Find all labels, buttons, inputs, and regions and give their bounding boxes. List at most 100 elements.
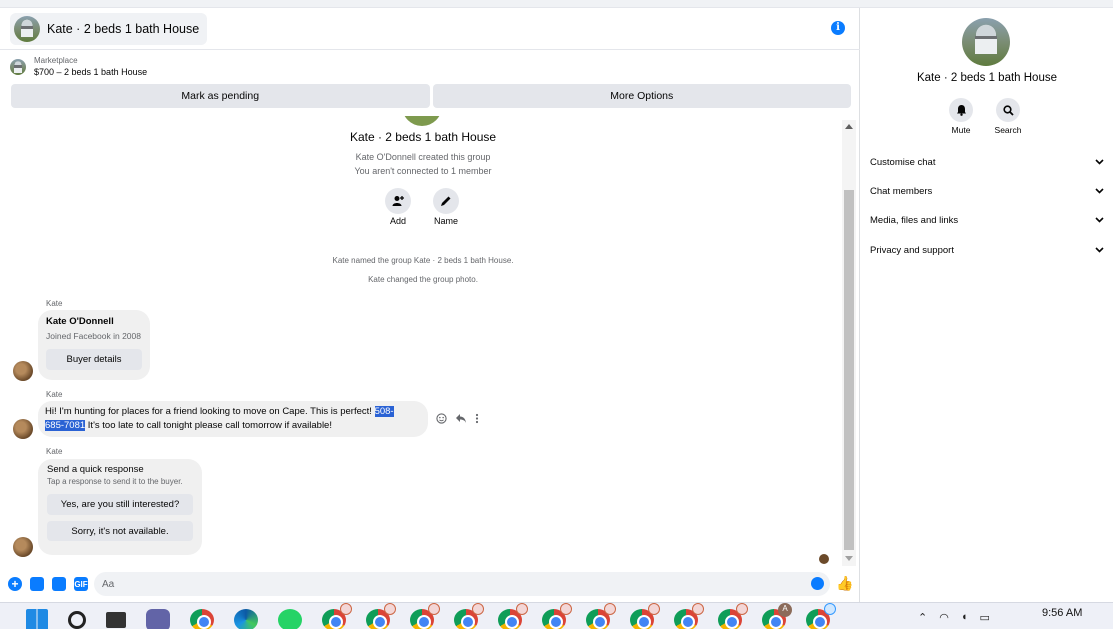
marketplace-listing[interactable]: Marketplace $700 – 2 beds 1 bath House [10, 56, 147, 78]
chrome-profile-icon[interactable] [498, 603, 528, 629]
scroll-down-arrow[interactable] [845, 556, 853, 561]
message-thread: Kate · 2 beds 1 bath House Kate O'Donnel… [4, 116, 842, 564]
reply-icon[interactable] [455, 413, 467, 424]
phone-number-highlight: 685-7081 [45, 420, 86, 431]
more-vertical-icon[interactable] [475, 413, 479, 424]
profile-joined: Joined Facebook in 2008 [46, 331, 141, 341]
search-button[interactable]: Search [983, 98, 1033, 135]
chevron-down-icon [1095, 247, 1104, 253]
chrome-profile-icon[interactable] [630, 603, 660, 629]
composer: + GIF 👍 [0, 570, 860, 600]
more-options-button[interactable]: More Options [432, 84, 851, 108]
chevron-up-icon[interactable]: ⌃ [918, 611, 927, 624]
chat-info-panel: Kate · 2 beds 1 bath House Mute Search C… [861, 8, 1113, 602]
mark-as-pending-button[interactable]: Mark as pending [11, 84, 430, 108]
chrome-profile-icon[interactable]: A [762, 603, 792, 629]
chat-header: Kate · 2 beds 1 bath House i [0, 8, 860, 50]
whatsapp-icon[interactable] [278, 609, 302, 629]
kate-avatar[interactable] [13, 537, 33, 557]
menu-customise-chat[interactable]: Customise chat [870, 152, 1104, 172]
image-icon[interactable] [30, 577, 44, 591]
profile-card: Kate O'Donnell Joined Facebook in 2008 B… [38, 310, 150, 380]
chat-panel: Kate · 2 beds 1 bath House i Marketplace… [0, 8, 860, 602]
kate-avatar[interactable] [13, 419, 33, 439]
chrome-profile-icon[interactable] [542, 603, 572, 629]
browser-top-strip [0, 0, 1113, 8]
group-banner-photo [402, 116, 442, 126]
plus-icon[interactable]: + [8, 577, 22, 591]
teams-icon[interactable] [146, 609, 170, 629]
gif-icon[interactable]: GIF [74, 577, 88, 591]
mute-button[interactable]: Mute [936, 98, 986, 135]
message-input[interactable] [94, 572, 830, 596]
add-label: Add [389, 216, 406, 226]
scroll-thumb[interactable] [844, 190, 854, 550]
react-emoji-icon[interactable] [436, 413, 447, 424]
system-message: Kate named the group Kate · 2 beds 1 bat… [332, 256, 514, 265]
marketplace-label: Marketplace [34, 56, 78, 65]
add-person-icon [392, 196, 404, 206]
name-label: Name [433, 216, 458, 226]
side-chat-title: Kate · 2 beds 1 bath House [916, 72, 1057, 84]
chrome-profile-icon[interactable] [360, 603, 396, 629]
quick-response-title: Send a quick response [47, 464, 144, 475]
taskbar-search-icon[interactable] [68, 611, 86, 629]
info-icon[interactable]: i [831, 21, 845, 35]
profile-name: Kate O'Donnell [46, 316, 114, 327]
chevron-down-icon [1095, 188, 1104, 194]
chrome-profile-icon[interactable] [806, 603, 836, 629]
scroll-up-arrow[interactable] [845, 124, 853, 129]
group-photo-large[interactable] [962, 18, 1010, 66]
thumbs-up-icon[interactable]: 👍 [836, 575, 853, 592]
sticker-icon[interactable] [52, 577, 66, 591]
thread-scrollbar[interactable] [842, 120, 856, 566]
emoji-icon[interactable] [811, 577, 824, 590]
name-group-button[interactable] [433, 188, 459, 214]
message-bubble[interactable]: Hi! I'm hunting for places for a friend … [38, 401, 428, 437]
edge-icon[interactable] [234, 609, 258, 629]
listing-actions: Mark as pending More Options [11, 84, 851, 108]
group-title: Kate · 2 beds 1 bath House [349, 130, 497, 144]
quick-response-card: Send a quick response Tap a response to … [38, 459, 202, 555]
chrome-profile-icon[interactable] [410, 603, 440, 629]
search-icon [1002, 104, 1014, 116]
system-tray: ⌃ ◠ ◖ ▭ [918, 611, 990, 624]
task-view-icon[interactable] [106, 612, 126, 628]
quick-reply-interested-button[interactable]: Yes, are you still interested? [47, 494, 193, 515]
quick-reply-not-available-button[interactable]: Sorry, it's not available. [47, 521, 193, 541]
add-member-button[interactable] [385, 188, 411, 214]
windows-start-icon[interactable] [26, 609, 48, 629]
kate-avatar[interactable] [13, 361, 33, 381]
listing-thumbnail [10, 59, 26, 75]
composer-actions: + GIF [8, 577, 88, 591]
menu-chat-members[interactable]: Chat members [870, 181, 1104, 201]
wifi-icon[interactable]: ◠ [939, 611, 949, 624]
chrome-profile-icon[interactable] [454, 603, 484, 629]
message-text: Hi! I'm hunting for places for a friend … [45, 406, 394, 431]
volume-icon[interactable]: ◖ [961, 611, 968, 624]
menu-media-files-links[interactable]: Media, files and links [870, 210, 1104, 230]
battery-icon[interactable]: ▭ [979, 611, 989, 624]
sender-name: Kate [46, 299, 63, 308]
taskbar-apps: A [26, 603, 836, 629]
chrome-profile-icon[interactable] [322, 603, 352, 629]
group-created-text: Kate O'Donnell created this group [355, 152, 491, 162]
chrome-profile-icon[interactable] [674, 603, 704, 629]
chrome-profile-icon[interactable] [586, 603, 616, 629]
chat-title: Kate · 2 beds 1 bath House [47, 22, 200, 36]
quick-response-subtitle: Tap a response to send it to the buyer. [47, 477, 183, 486]
message-actions [436, 413, 479, 424]
sender-name: Kate [46, 447, 63, 456]
taskbar-clock[interactable]: 9:56 AM [1042, 607, 1082, 619]
windows-taskbar: A ⌃ ◠ ◖ ▭ 9:56 AM [0, 602, 1113, 629]
chrome-profile-icon[interactable] [718, 603, 748, 629]
chevron-down-icon [1095, 217, 1104, 223]
sender-name: Kate [46, 390, 63, 399]
chrome-icon[interactable] [190, 609, 214, 629]
buyer-details-button[interactable]: Buyer details [46, 349, 142, 370]
chevron-down-icon [1095, 159, 1104, 165]
menu-privacy-support[interactable]: Privacy and support [870, 240, 1104, 260]
mute-label: Mute [951, 125, 971, 135]
chat-title-button[interactable]: Kate · 2 beds 1 bath House [10, 13, 208, 45]
bell-icon [956, 105, 966, 116]
